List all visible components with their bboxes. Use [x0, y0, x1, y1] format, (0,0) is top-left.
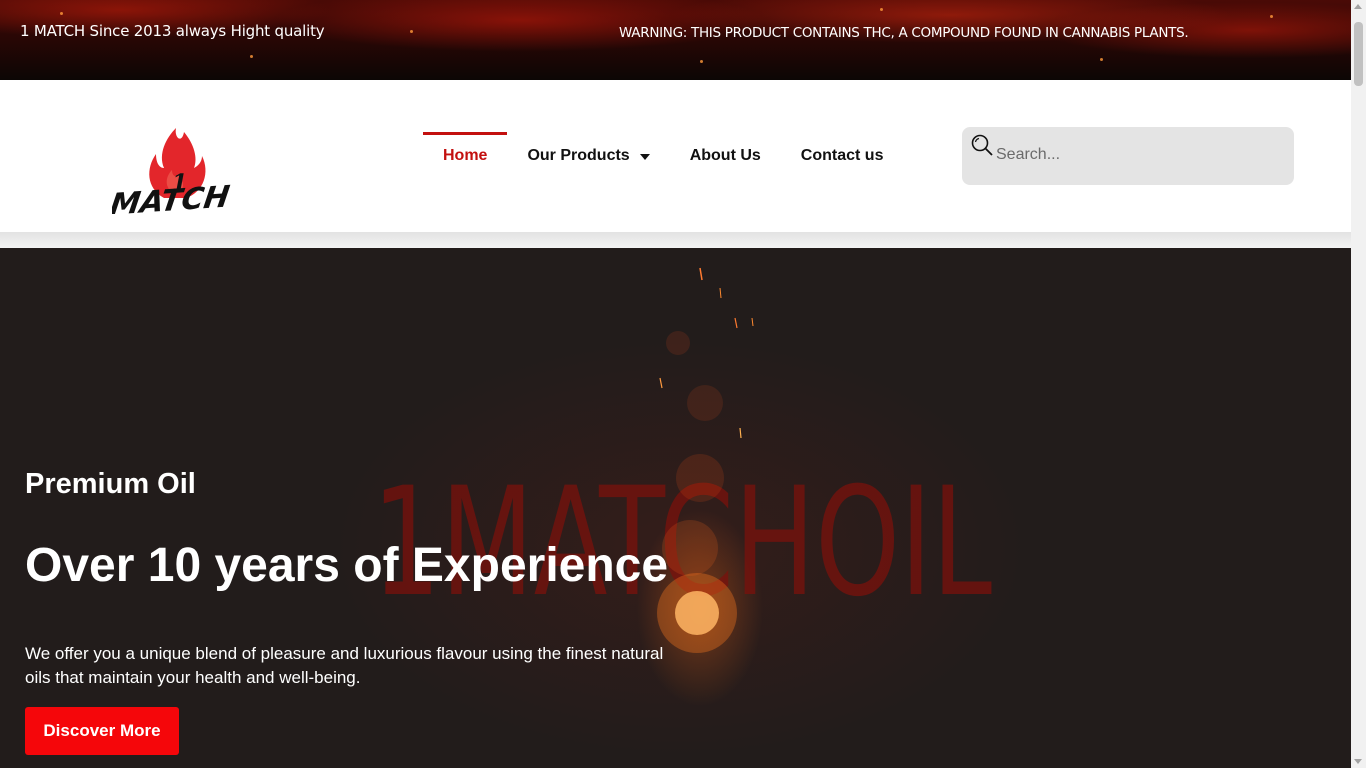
nav-item-our-products[interactable]: Our Products	[507, 132, 669, 180]
logo-wordmark: MATCH	[112, 180, 232, 214]
hero-background-art: 1MATCHOIL	[372, 267, 992, 653]
nav-item-label: Contact us	[800, 147, 884, 164]
nav-item-label: About Us	[689, 147, 761, 164]
search-icon[interactable]	[970, 133, 994, 157]
top-announcement-bar: 1 MATCH Since 2013 always Hight quality …	[0, 0, 1351, 80]
ember-decoration	[700, 60, 703, 63]
ember-decoration	[880, 8, 883, 11]
search-input[interactable]	[996, 141, 1276, 169]
ember-decoration	[410, 30, 413, 33]
scrollbar-thumb[interactable]	[1354, 22, 1363, 86]
discover-more-button[interactable]: Discover More	[25, 707, 179, 755]
scroll-up-arrow-icon[interactable]	[1354, 4, 1362, 9]
nav-item-label: Our Products	[527, 147, 630, 164]
site-header: 1 MATCH Home Our Products About Us Conta…	[0, 80, 1351, 232]
main-navigation: Home Our Products About Us Contact us	[423, 132, 903, 180]
header-divider	[0, 232, 1351, 248]
ember-decoration	[250, 55, 253, 58]
ember-decoration	[1270, 15, 1273, 18]
search-box	[962, 127, 1294, 185]
thc-warning: WARNING: THIS PRODUCT CONTAINS THC, A CO…	[619, 25, 1189, 41]
nav-item-about-us[interactable]: About Us	[670, 132, 781, 180]
ember-decoration	[60, 12, 63, 15]
hero-title: Over 10 years of Experience	[25, 539, 669, 592]
page-scrollbar[interactable]	[1351, 0, 1366, 768]
hero-description: We offer you a unique blend of pleasure …	[25, 644, 664, 687]
brand-tagline: 1 MATCH Since 2013 always Hight quality	[20, 22, 325, 40]
nav-item-contact-us[interactable]: Contact us	[781, 132, 904, 180]
nav-item-label: Home	[443, 147, 488, 164]
nav-item-home[interactable]: Home	[423, 132, 508, 180]
hero-section: 1MATCHOIL Premium Oil Over 10 years of E…	[0, 248, 1351, 768]
site-logo[interactable]: 1 MATCH	[112, 102, 252, 214]
ember-decoration	[1100, 58, 1103, 61]
scroll-down-arrow-icon[interactable]	[1354, 759, 1362, 764]
hero-label: Premium Oil	[25, 468, 196, 500]
chevron-down-icon	[639, 154, 650, 160]
